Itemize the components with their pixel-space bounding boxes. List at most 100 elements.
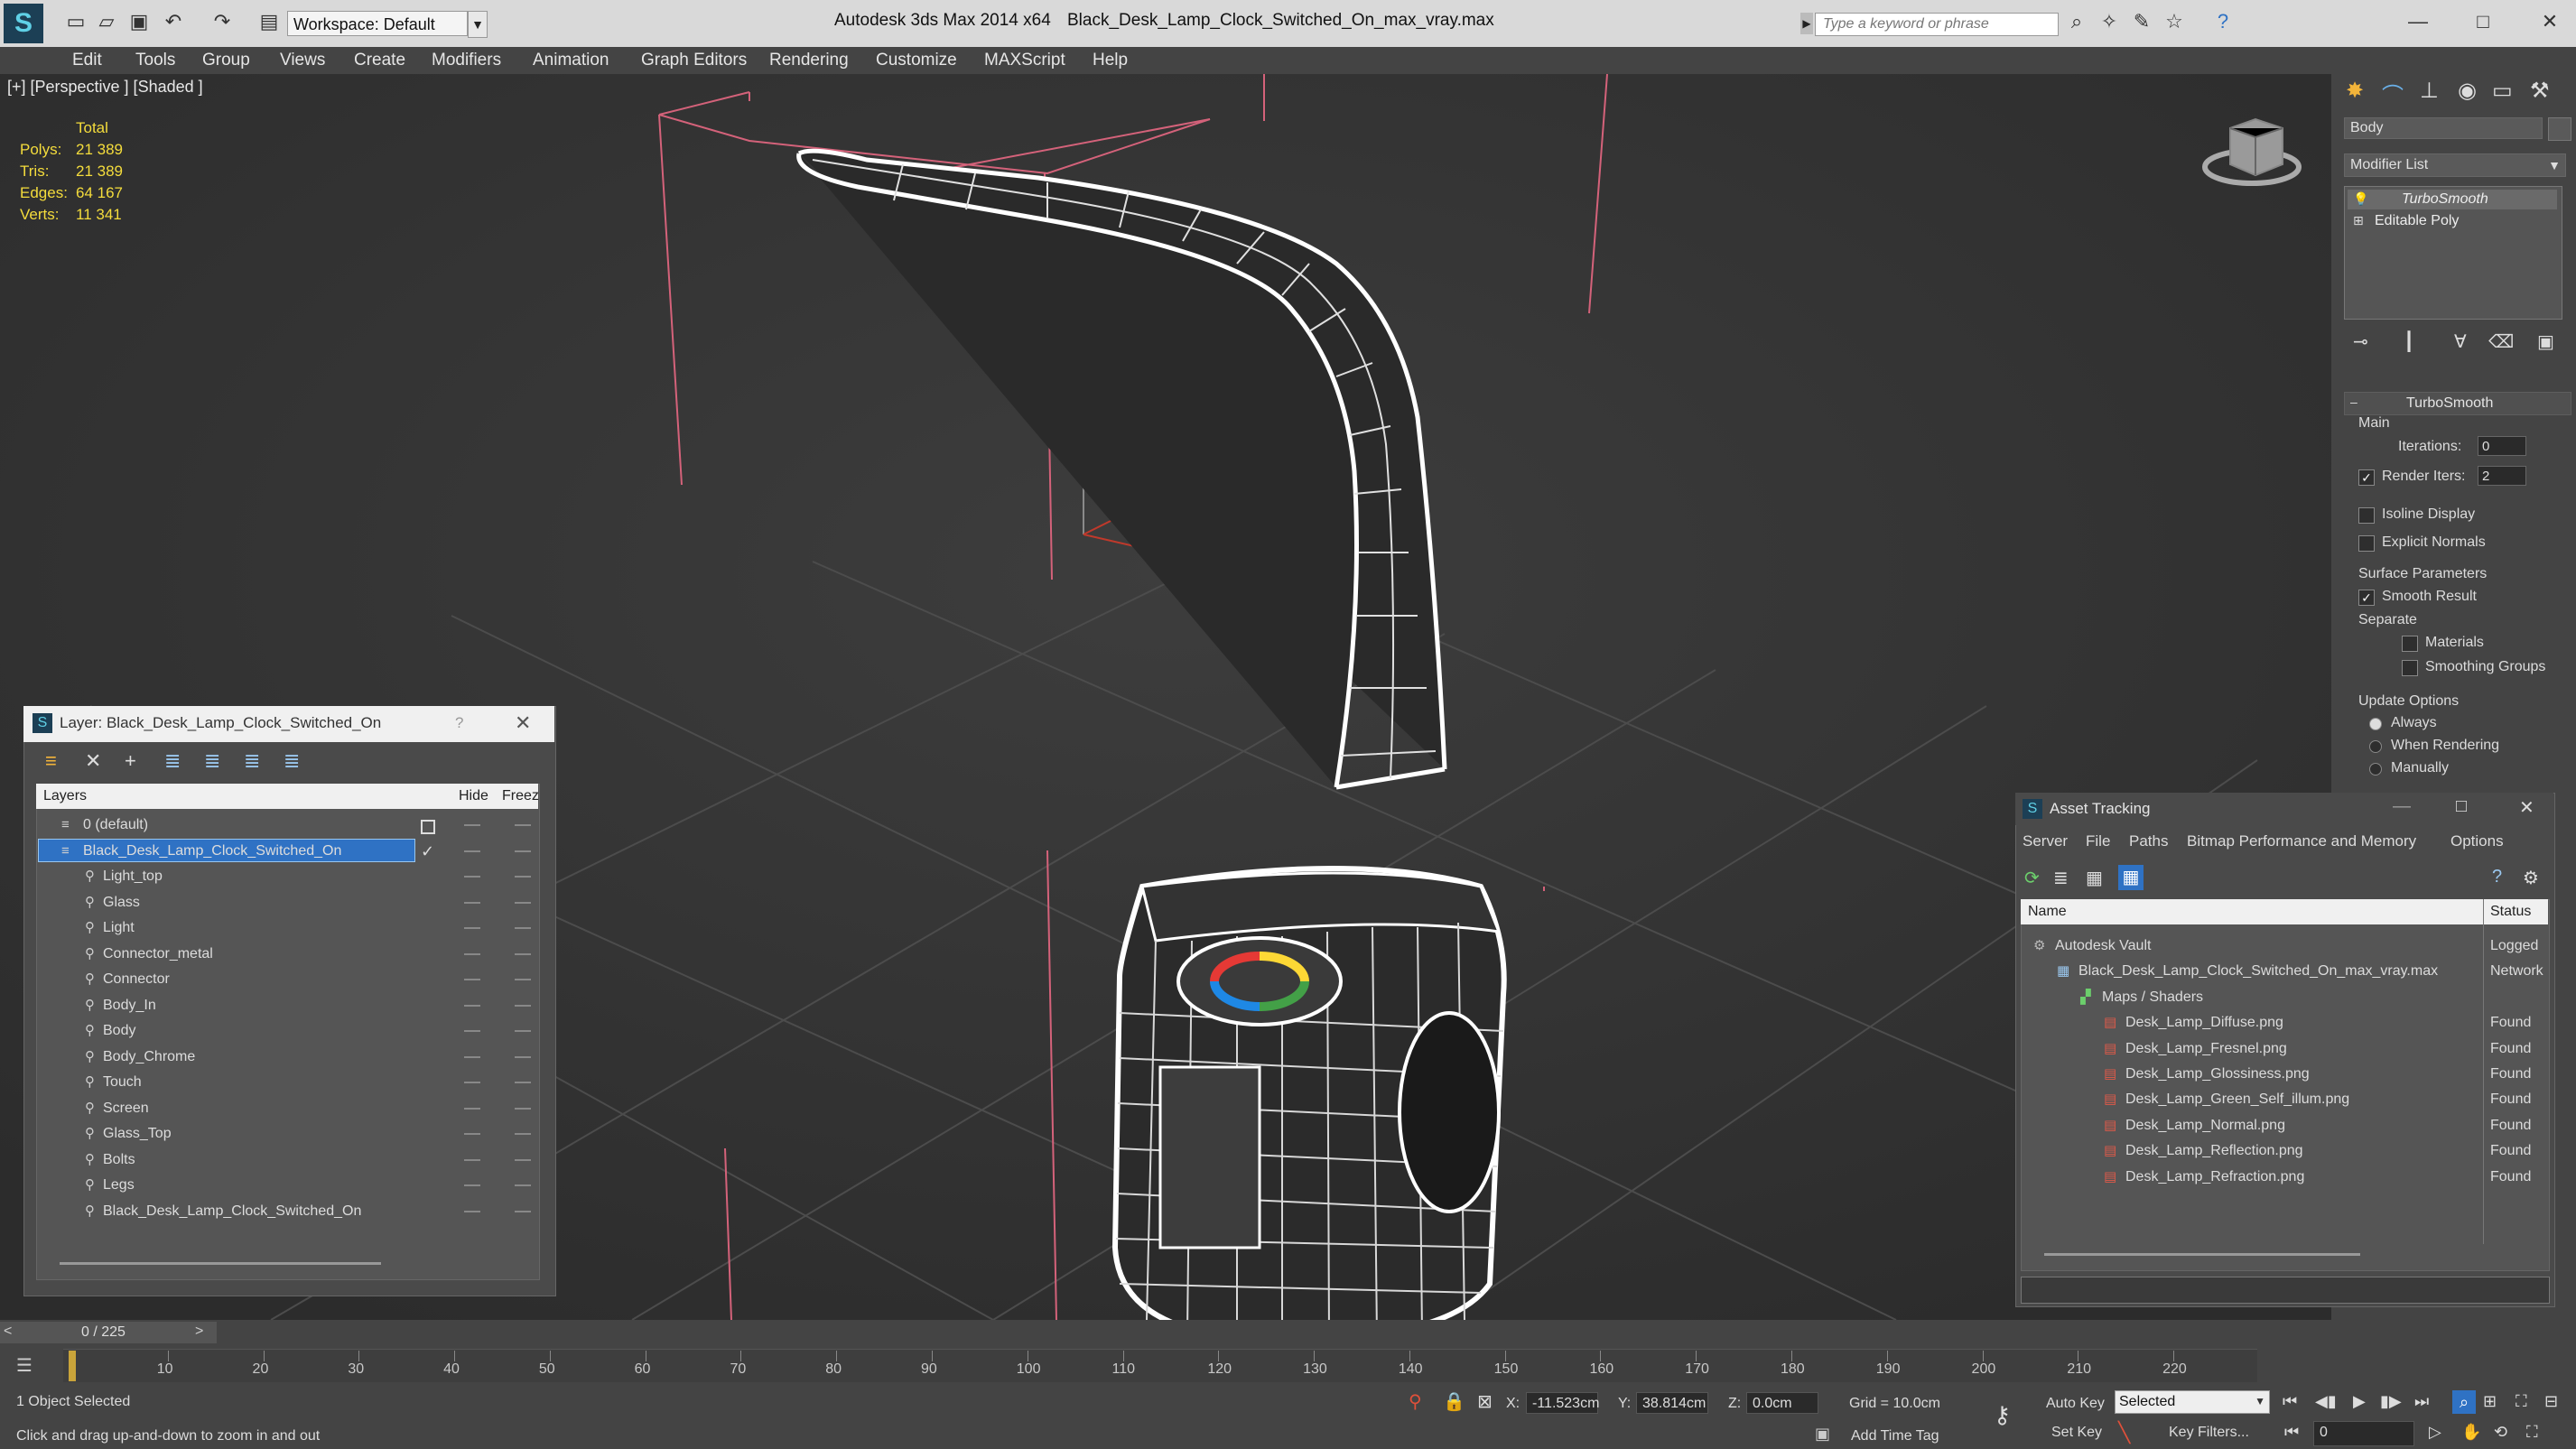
hide-toggle[interactable] [464, 979, 480, 980]
hide-toggle[interactable] [464, 901, 480, 904]
asset-row[interactable]: ⚙ Autodesk Vault Logged [2021, 933, 2548, 959]
freeze-toggle[interactable] [515, 1030, 531, 1032]
search-expand-icon[interactable]: ▶ [1800, 13, 1813, 34]
pan-view-icon[interactable]: ✋ [2461, 1423, 2481, 1442]
go-to-start-icon[interactable]: ⏮ [2283, 1392, 2297, 1411]
zoom-extents-icon[interactable]: ⛶ [2516, 1392, 2527, 1411]
chevron-down-icon[interactable]: ▼ [2544, 155, 2564, 175]
close-icon[interactable]: ✕ [2537, 9, 2562, 34]
asset-maximize-icon[interactable]: □ [2456, 796, 2467, 817]
pin-stack-icon[interactable]: ⊸ [2353, 330, 2368, 353]
freeze-toggle[interactable] [515, 952, 531, 955]
lock-selection-icon[interactable]: ⚲ [1409, 1390, 1422, 1413]
binoculars-icon[interactable]: ⌕ [2064, 9, 2089, 34]
hierarchy-tab-icon[interactable]: ⊥ [2420, 78, 2439, 104]
select-objects-icon[interactable]: ≣ [164, 749, 181, 773]
asset-row[interactable]: ▤ Desk_Lamp_Reflection.png Found [2021, 1138, 2548, 1164]
freeze-toggle[interactable] [515, 1210, 531, 1212]
freeze-toggle[interactable] [515, 1082, 531, 1083]
y-coordinate-field[interactable]: 38.814cm [1636, 1392, 1708, 1414]
always-radio[interactable] [2369, 718, 2382, 730]
hide-toggle[interactable] [464, 1004, 480, 1007]
set-key-icon[interactable]: ╲ [2118, 1421, 2130, 1444]
layer-row[interactable]: ⚲ Touch [38, 1070, 536, 1095]
z-coordinate-field[interactable]: 0.0cm [1746, 1392, 1818, 1414]
redo-icon[interactable]: ↷ [209, 9, 235, 34]
iterations-spinner[interactable]: 0 [2478, 436, 2526, 456]
layer-row[interactable]: ⚲ Legs [38, 1173, 536, 1198]
freeze-toggle[interactable] [515, 850, 531, 852]
col-name-header[interactable]: Name [2028, 904, 2067, 920]
next-frame-arrow-icon[interactable]: > [195, 1324, 203, 1340]
thumbnail-view-icon[interactable]: ▦ [2086, 867, 2103, 889]
layer-row[interactable]: ⚲ Glass [38, 890, 536, 915]
menu-modifiers[interactable]: Modifiers [432, 47, 501, 74]
workspace-dropdown[interactable]: Workspace: Default [287, 11, 468, 36]
key-filters-button[interactable]: Key Filters... [2169, 1425, 2249, 1441]
open-file-icon[interactable]: ▱ [94, 9, 119, 34]
app-logo-icon[interactable]: S [4, 4, 43, 43]
add-time-tag[interactable]: Add Time Tag [1851, 1428, 1939, 1444]
maximize-viewport-icon[interactable]: ⛶ [2526, 1423, 2538, 1442]
when-rendering-radio[interactable] [2369, 740, 2382, 753]
manually-radio[interactable] [2369, 763, 2382, 776]
turbosmooth-rollout-header[interactable]: – TurboSmooth [2344, 392, 2571, 415]
play-icon[interactable]: ▶ [2353, 1392, 2366, 1411]
stack-item-turbosmooth[interactable]: 💡 TurboSmooth [2348, 190, 2557, 209]
remove-modifier-icon[interactable]: ⌫ [2488, 330, 2514, 353]
undo-icon[interactable]: ↶ [161, 9, 186, 34]
layer-row[interactable]: ⚲ Body_In [38, 993, 536, 1018]
object-name-field[interactable]: Body [2344, 117, 2543, 139]
communication-icon[interactable]: ✎ [2129, 9, 2154, 34]
menu-edit[interactable]: Edit [72, 47, 102, 74]
save-file-icon[interactable]: ▣ [126, 9, 152, 34]
hide-all-layers-icon[interactable]: ≣ [244, 749, 260, 773]
minimize-icon[interactable]: — [2405, 9, 2431, 34]
materials-checkbox[interactable] [2402, 636, 2418, 652]
menu-maxscript[interactable]: MAXScript [984, 47, 1065, 74]
freeze-toggle[interactable] [515, 1107, 531, 1110]
maximize-icon[interactable]: □ [2470, 9, 2496, 34]
subscription-icon[interactable]: ✧ [2097, 9, 2122, 34]
menu-create[interactable]: Create [354, 47, 405, 74]
layer-row[interactable]: ⚲ Body_Chrome [38, 1045, 536, 1070]
field-of-view-icon[interactable]: ▷ [2429, 1423, 2441, 1442]
asset-menu-bitmap[interactable]: Bitmap Performance and Memory [2187, 832, 2416, 850]
hide-toggle[interactable] [464, 1055, 480, 1058]
timeline-config-icon[interactable]: ☰ [16, 1354, 33, 1377]
collapse-icon[interactable]: – [2350, 395, 2357, 409]
layer-list-scrollbar[interactable] [60, 1262, 381, 1265]
render-iters-spinner[interactable]: 2 [2478, 466, 2526, 486]
menu-views[interactable]: Views [280, 47, 325, 74]
freeze-toggle[interactable] [515, 979, 531, 980]
expand-box-icon[interactable]: ⊞ [2353, 213, 2364, 228]
hide-toggle[interactable] [464, 952, 480, 955]
asset-menu-file[interactable]: File [2086, 832, 2110, 850]
next-key-icon[interactable]: ▮▶ [2380, 1392, 2402, 1411]
layer-row[interactable]: ⚲ Screen [38, 1096, 536, 1121]
workspace-arrow-icon[interactable]: ▼ [468, 11, 488, 38]
zoom-icon[interactable]: ⌕ [2452, 1390, 2476, 1414]
set-key-button[interactable]: Set Key [2051, 1425, 2102, 1441]
asset-row[interactable]: ▞ Maps / Shaders [2021, 985, 2548, 1010]
key-mode-icon[interactable]: ⚷ [1994, 1401, 2011, 1429]
layer-row[interactable]: ⚲ Light_top [38, 864, 536, 889]
new-file-icon[interactable]: ▭ [63, 9, 88, 34]
layer-row-default[interactable]: ≡ 0 (default) [38, 813, 536, 838]
hide-toggle[interactable] [464, 1133, 480, 1135]
show-end-result-icon[interactable]: ┃ [2404, 330, 2414, 353]
object-color-swatch[interactable] [2548, 117, 2571, 141]
asset-row[interactable]: ▤ Desk_Lamp_Diffuse.png Found [2021, 1010, 2548, 1036]
list-view-icon[interactable]: ≣ [2053, 867, 2069, 889]
hide-toggle[interactable] [464, 1082, 480, 1083]
freeze-toggle[interactable] [515, 1184, 531, 1186]
layer-row[interactable]: ⚲ Bolts [38, 1147, 536, 1173]
hide-toggle[interactable] [464, 1210, 480, 1212]
hide-toggle[interactable] [464, 1107, 480, 1110]
hide-toggle[interactable] [464, 824, 480, 826]
hide-toggle[interactable] [464, 1030, 480, 1032]
asset-minimize-icon[interactable]: — [2393, 796, 2411, 817]
highlight-layer-icon[interactable]: ≣ [204, 749, 220, 773]
configure-sets-icon[interactable]: ▣ [2537, 330, 2554, 353]
asset-row[interactable]: ▤ Desk_Lamp_Glossiness.png Found [2021, 1062, 2548, 1087]
